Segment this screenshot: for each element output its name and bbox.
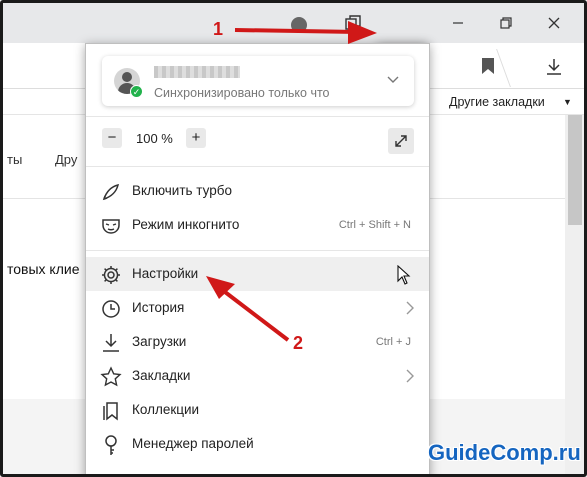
annotation-step-2: 2 — [293, 333, 304, 353]
annotation-arrowhead-1 — [348, 21, 377, 44]
annotation-arrow-1 — [234, 28, 359, 34]
annotation-arrows — [206, 21, 377, 342]
annotation-step-1: 1 — [213, 19, 224, 39]
watermark: GuideComp.ru — [428, 440, 581, 465]
browser-window: Другие закладки ▼ ты Дру товых клие ✓ Си… — [0, 0, 587, 477]
annotation-arrow-2 — [223, 290, 290, 342]
